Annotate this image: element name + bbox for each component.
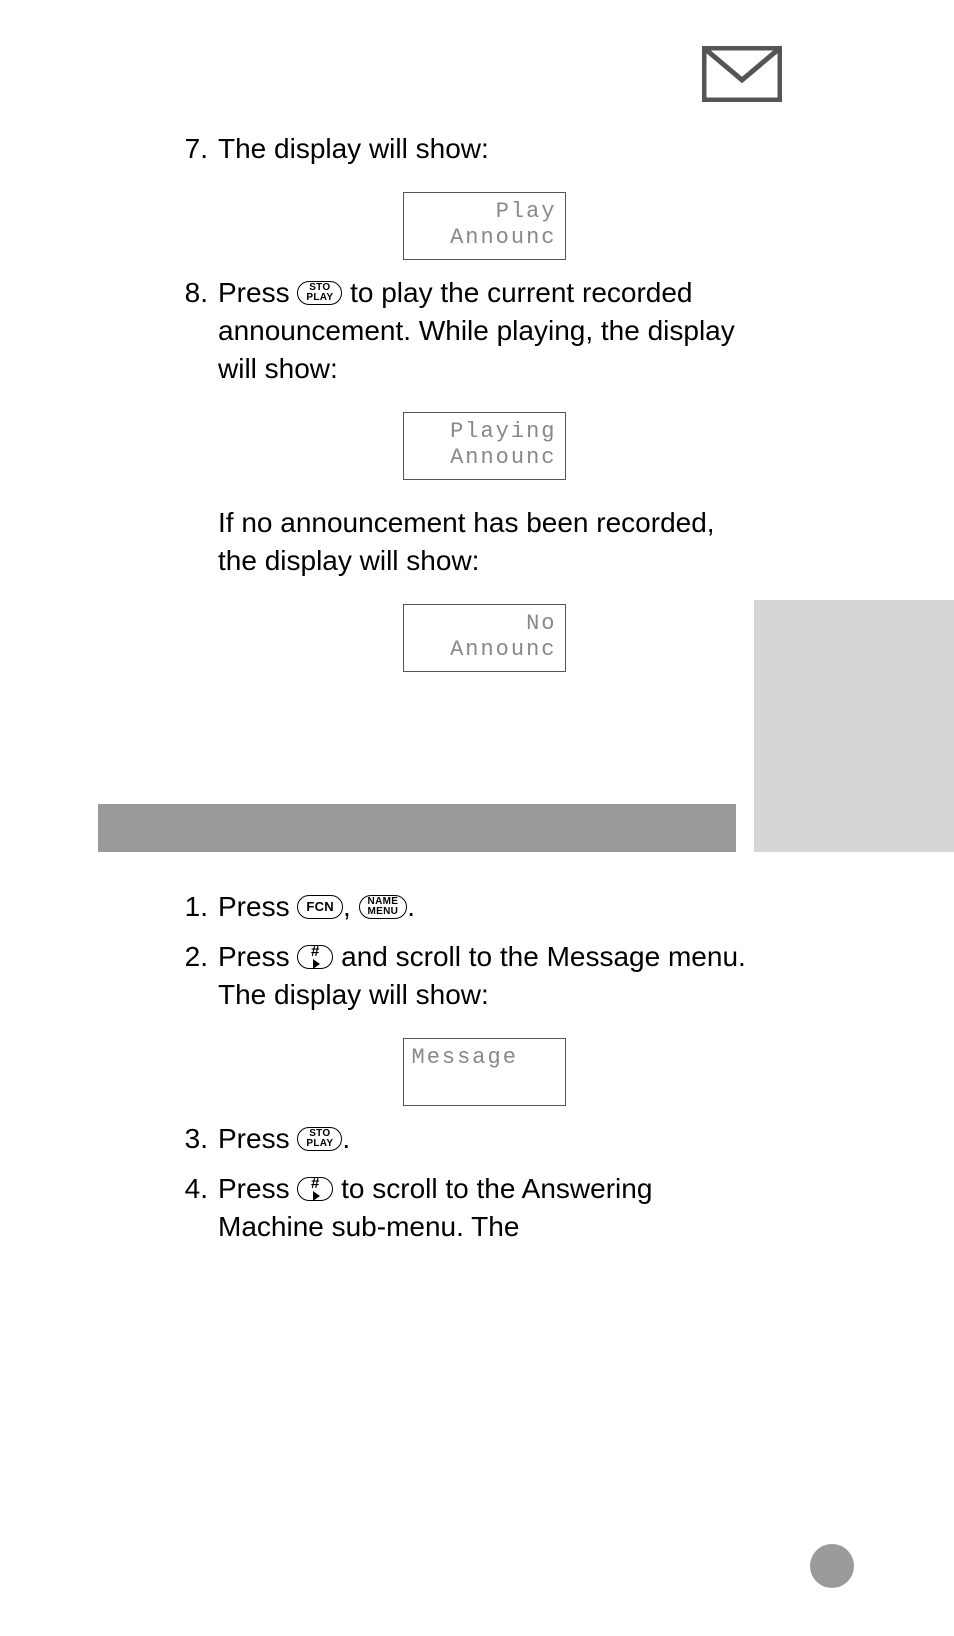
text-segment: . <box>407 891 415 922</box>
lcd-line1: Play <box>412 199 557 225</box>
instruction-list-b: 1. Press FCN, NAMEMENU. 2. Press # and s… <box>168 876 750 1246</box>
step-text: Press STOPLAY. <box>218 1120 750 1158</box>
envelope-icon <box>702 46 782 102</box>
text-segment: Press <box>218 277 297 308</box>
step-text: Press # and scroll to the Message menu. … <box>218 938 750 1014</box>
right-triangle-icon <box>313 959 320 969</box>
step-number: 8. <box>168 274 208 312</box>
key-bot: PLAY <box>306 1139 333 1149</box>
key-bot: MENU <box>368 907 399 917</box>
lcd-line1: Playing <box>412 419 557 445</box>
key-bot: PLAY <box>306 293 333 303</box>
lcd-line1: No <box>412 611 557 637</box>
key-label: # <box>311 944 320 959</box>
name-menu-key-icon: NAMEMENU <box>359 895 408 919</box>
step-2: 2. Press # and scroll to the Message men… <box>168 938 750 1106</box>
text-segment: Press <box>218 1123 297 1154</box>
text-segment: Press <box>218 941 297 972</box>
key-label: FCN <box>306 900 334 913</box>
side-tab <box>754 600 954 852</box>
lcd-line2: Announc <box>412 225 557 251</box>
lcd-line1: Message <box>412 1045 557 1071</box>
section-divider <box>98 804 736 852</box>
lcd-display: Message <box>403 1038 566 1106</box>
page-number-dot <box>810 1544 854 1588</box>
hash-key-icon: # <box>297 1177 333 1201</box>
lcd-line2: Announc <box>412 445 557 471</box>
step-text: Press FCN, NAMEMENU. <box>218 888 750 926</box>
step-7: 7. The display will show: Play Announc <box>168 130 750 260</box>
lcd-line2 <box>412 1071 557 1097</box>
fcn-key-icon: FCN <box>297 895 343 919</box>
sto-play-key-icon: STOPLAY <box>297 281 342 305</box>
lcd-display: No Announc <box>403 604 566 672</box>
step-4: 4. Press # to scroll to the Answering Ma… <box>168 1170 750 1246</box>
text-segment: If no announcement has been recorded, th… <box>218 507 715 576</box>
step-1: 1. Press FCN, NAMEMENU. <box>168 888 750 926</box>
step-text: Press STOPLAY to play the current record… <box>218 274 750 388</box>
step-number: 3. <box>168 1120 208 1158</box>
lcd-display: Play Announc <box>403 192 566 260</box>
step-8: 8. Press STOPLAY to play the current rec… <box>168 274 750 672</box>
step-number: 1. <box>168 888 208 926</box>
lcd-line2: Announc <box>412 637 557 663</box>
step-continuation: If no announcement has been recorded, th… <box>218 504 750 580</box>
step-text: Press # to scroll to the Answering Machi… <box>218 1170 750 1246</box>
step-number: 7. <box>168 130 208 168</box>
instruction-list-a: 7. The display will show: Play Announc 8… <box>168 118 750 686</box>
step-number: 4. <box>168 1170 208 1208</box>
right-triangle-icon <box>313 1191 320 1201</box>
key-label: # <box>311 1176 320 1191</box>
sto-play-key-icon: STOPLAY <box>297 1127 342 1151</box>
step-text: The display will show: <box>218 130 750 168</box>
text-segment: . <box>342 1123 350 1154</box>
text-segment: Press <box>218 1173 297 1204</box>
step-number: 2. <box>168 938 208 976</box>
text-segment: , <box>343 891 359 922</box>
lcd-display: Playing Announc <box>403 412 566 480</box>
step-3: 3. Press STOPLAY. <box>168 1120 750 1158</box>
text-segment: Press <box>218 891 297 922</box>
hash-key-icon: # <box>297 945 333 969</box>
